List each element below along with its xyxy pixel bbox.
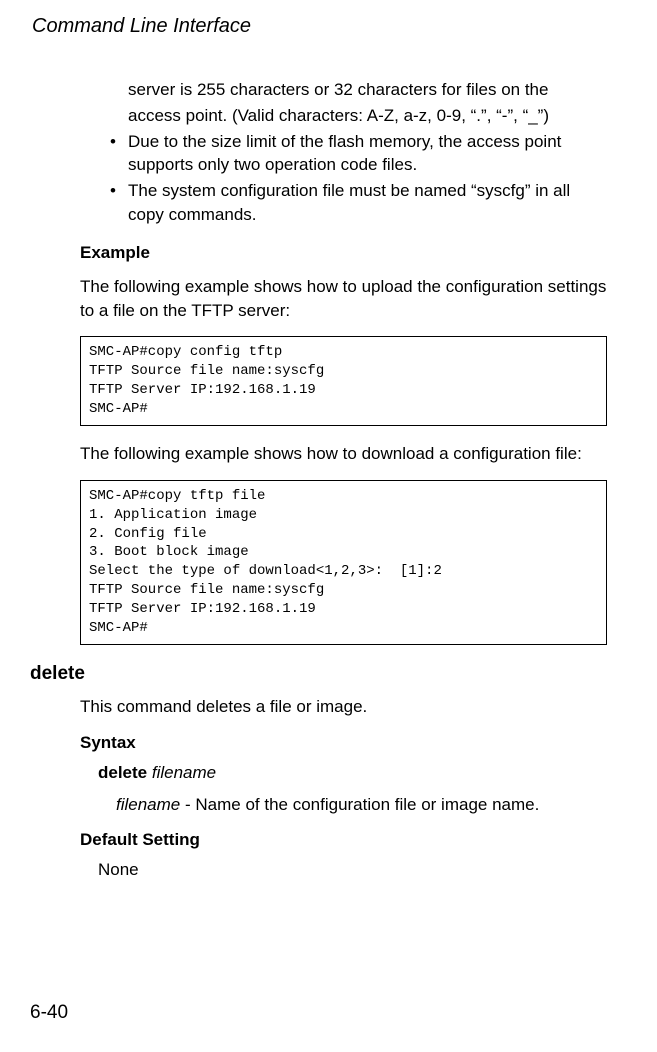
syntax-section: Syntax delete filename filename - Name o… bbox=[80, 733, 607, 881]
syntax-command: delete bbox=[98, 763, 147, 782]
intro-continuation-line2: access point. (Valid characters: A-Z, a-… bbox=[128, 104, 607, 128]
example-para-1: The following example shows how to uploa… bbox=[80, 275, 607, 323]
code-block-upload: SMC-AP#copy config tftp TFTP Source file… bbox=[80, 336, 607, 426]
param-name: filename bbox=[116, 795, 180, 814]
page-number: 6-40 bbox=[30, 1002, 68, 1024]
page-content: server is 255 characters or 32 character… bbox=[30, 78, 627, 880]
syntax-label: Syntax bbox=[80, 733, 607, 753]
bullet-dot-icon: • bbox=[110, 130, 128, 178]
bullet-text-2: The system configuration file must be na… bbox=[128, 179, 607, 227]
bullet-dot-icon: • bbox=[110, 179, 128, 227]
syntax-line: delete filename bbox=[98, 763, 607, 783]
bullet-item-2: • The system configuration file must be … bbox=[110, 179, 607, 227]
page-header-title: Command Line Interface bbox=[30, 15, 627, 38]
bullet-text-1: Due to the size limit of the flash memor… bbox=[128, 130, 607, 178]
example-heading: Example bbox=[80, 243, 607, 263]
syntax-parameter: filename bbox=[152, 763, 216, 782]
bullet-item-1: • Due to the size limit of the flash mem… bbox=[110, 130, 607, 178]
example-para-2: The following example shows how to downl… bbox=[80, 442, 607, 466]
delete-command-heading: delete bbox=[30, 663, 607, 685]
intro-continuation-line1: server is 255 characters or 32 character… bbox=[128, 78, 607, 102]
parameter-description: filename - Name of the configuration fil… bbox=[116, 793, 607, 817]
code-block-download: SMC-AP#copy tftp file 1. Application ima… bbox=[80, 480, 607, 645]
default-setting-label: Default Setting bbox=[80, 830, 607, 850]
delete-description: This command deletes a file or image. bbox=[80, 695, 607, 719]
param-desc-text: - Name of the configuration file or imag… bbox=[180, 795, 539, 814]
default-setting-value: None bbox=[98, 860, 607, 880]
